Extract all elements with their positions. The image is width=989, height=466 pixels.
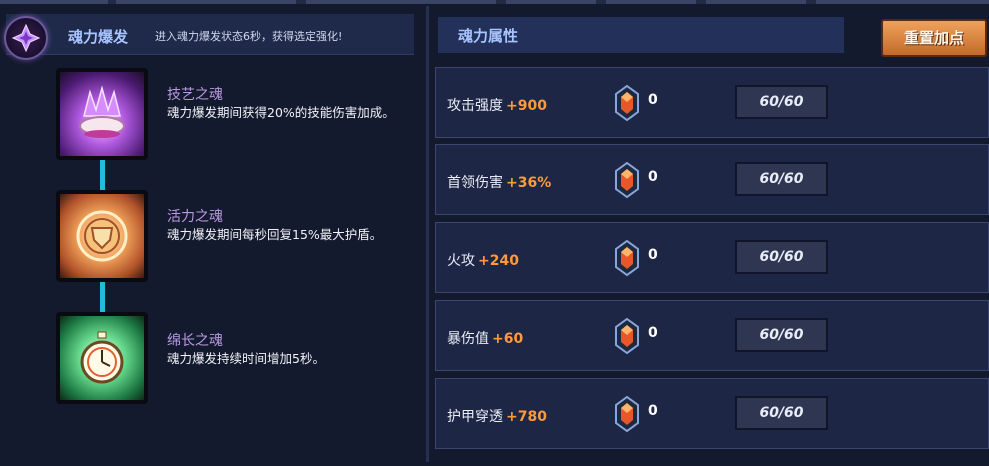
top-tab-segment	[306, 0, 496, 4]
attribute-bonus: +780	[506, 409, 547, 425]
soul-burst-emblem-icon	[4, 16, 48, 60]
soul-gem-icon	[615, 395, 639, 433]
attribute-row[interactable]: 攻击强度 +900 0 60/60	[435, 67, 989, 138]
purple-crystal-shell-icon[interactable]	[56, 68, 148, 160]
gem-count: 0	[648, 403, 658, 419]
soul-burst-description: 进入魂力爆发状态6秒，获得选定强化!	[155, 30, 343, 43]
attribute-name: 火攻	[447, 253, 475, 269]
top-tab-segment	[816, 0, 989, 4]
attribute-bonus: +36%	[506, 175, 552, 191]
reset-points-button[interactable]: 重置加点	[881, 19, 987, 57]
soul-description: 魂力爆发期间每秒回复15%最大护盾。	[167, 227, 383, 242]
top-tab-segment	[116, 0, 296, 4]
attribute-level: 60/60	[735, 240, 828, 274]
attribute-label: 护甲穿透 +780	[447, 406, 547, 426]
soul-gem-icon	[615, 161, 639, 199]
soul-gem-icon	[615, 84, 639, 122]
attribute-row[interactable]: 暴伤值 +60 0 60/60	[435, 300, 989, 371]
attribute-bonus: +60	[492, 331, 524, 347]
attribute-level: 60/60	[735, 85, 828, 119]
attribute-level: 60/60	[735, 396, 828, 430]
gem-count: 0	[648, 92, 658, 108]
soul-description: 魂力爆发持续时间增加5秒。	[167, 351, 325, 366]
attribute-name: 护甲穿透	[447, 409, 503, 425]
orange-shield-emblem-icon[interactable]	[56, 190, 148, 282]
attribute-name: 暴伤值	[447, 331, 489, 347]
soul-burst-panel: 魂力爆发 进入魂力爆发状态6秒，获得选定强化! 技艺之魂 魂力爆发期间获得20%…	[0, 6, 425, 460]
soul-name: 活力之魂	[167, 209, 223, 225]
top-tab-segment	[706, 0, 806, 4]
soul-burst-title: 魂力爆发	[68, 28, 129, 46]
soul-attributes-title: 魂力属性	[458, 27, 519, 45]
attribute-row[interactable]: 护甲穿透 +780 0 60/60	[435, 378, 989, 449]
attribute-level: 60/60	[735, 162, 828, 196]
attribute-row[interactable]: 火攻 +240 0 60/60	[435, 222, 989, 293]
soul-gem-icon	[615, 317, 639, 355]
gem-count: 0	[648, 247, 658, 263]
soul-name: 绵长之魂	[167, 333, 223, 349]
attribute-level: 60/60	[735, 318, 828, 352]
top-tab-segment	[506, 0, 596, 4]
soul-gem-icon	[615, 239, 639, 277]
attribute-name: 攻击强度	[447, 98, 503, 114]
panel-divider	[426, 6, 429, 462]
attribute-name: 首领伤害	[447, 175, 503, 191]
attribute-bonus: +900	[506, 98, 547, 114]
gem-count: 0	[648, 169, 658, 185]
gem-count: 0	[648, 325, 658, 341]
attribute-label: 暴伤值 +60	[447, 328, 523, 348]
attribute-row[interactable]: 首领伤害 +36% 0 60/60	[435, 144, 989, 215]
soul-name: 技艺之魂	[167, 87, 223, 103]
attribute-label: 攻击强度 +900	[447, 95, 547, 115]
attribute-bonus: +240	[478, 253, 519, 269]
attribute-label: 火攻 +240	[447, 250, 519, 270]
soul-description: 魂力爆发期间获得20%的技能伤害加成。	[167, 105, 395, 120]
top-tab-strip	[0, 0, 989, 4]
attribute-label: 首领伤害 +36%	[447, 172, 551, 192]
green-stopwatch-icon[interactable]	[56, 312, 148, 404]
top-tab-segment	[606, 0, 696, 4]
top-tab-segment	[0, 0, 108, 4]
